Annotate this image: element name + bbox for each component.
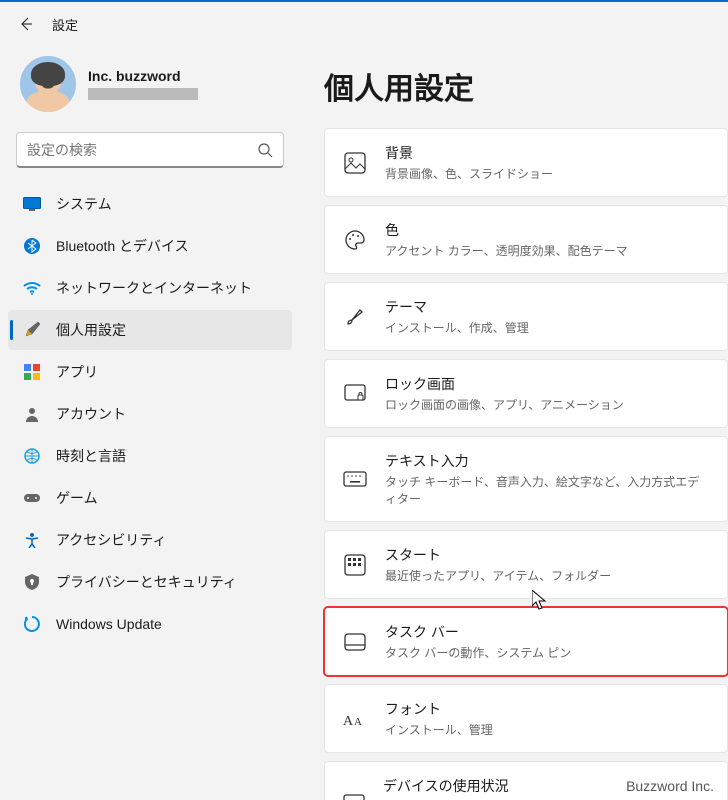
sidebar-item-label: ネットワークとインターネット [56, 278, 252, 298]
start-icon [343, 553, 367, 577]
privacy-icon [22, 572, 42, 592]
brush-icon [343, 305, 367, 329]
avatar [20, 56, 76, 112]
sidebar-item-accessibility[interactable]: アクセシビリティ [8, 520, 292, 560]
footer-brand: Buzzword Inc. [626, 778, 714, 794]
sidebar: Inc. buzzword システム Bluetooth とデバイス ネットワー… [0, 48, 300, 800]
apps-icon [22, 362, 42, 382]
sidebar-item-label: ゲーム [56, 488, 98, 508]
gaming-icon [22, 488, 42, 508]
card-title: 色 [385, 220, 628, 240]
sidebar-item-label: アクセシビリティ [56, 530, 166, 550]
wifi-icon [22, 278, 42, 298]
card-title: フォント [385, 699, 493, 719]
card-sub: タッチ キーボード、音声入力、絵文字など、入力方式エディター [385, 473, 709, 507]
card-sub: インストール、作成、管理 [385, 319, 529, 336]
system-icon [22, 194, 42, 214]
sidebar-item-label: Windows Update [56, 616, 162, 632]
card-themes[interactable]: テーマインストール、作成、管理 [324, 282, 728, 351]
card-background[interactable]: 背景背景画像、色、スライドショー [324, 128, 728, 197]
svg-text:A: A [354, 716, 362, 728]
card-title: テーマ [385, 297, 529, 317]
sidebar-item-label: アプリ [56, 362, 98, 382]
account-icon [22, 404, 42, 424]
time-language-icon [22, 446, 42, 466]
palette-icon [343, 228, 367, 252]
sidebar-item-bluetooth[interactable]: Bluetooth とデバイス [8, 226, 292, 266]
card-sub: ロック画面の画像、アプリ、アニメーション [385, 396, 624, 413]
card-title: テキスト入力 [385, 451, 709, 471]
search-icon [257, 142, 273, 158]
card-title: タスク バー [385, 622, 571, 642]
card-title: ロック画面 [385, 374, 624, 394]
user-email-hidden [88, 88, 198, 100]
card-taskbar[interactable]: タスク バータスク バーの動作、システム ピン [324, 607, 728, 676]
sidebar-item-system[interactable]: システム [8, 184, 292, 224]
keyboard-icon [343, 467, 367, 491]
svg-text:A: A [343, 714, 354, 729]
sidebar-item-label: プライバシーとセキュリティ [56, 572, 237, 592]
sidebar-item-label: 個人用設定 [56, 320, 126, 340]
device-usage-icon [343, 792, 365, 800]
sidebar-item-gaming[interactable]: ゲーム [8, 478, 292, 518]
sidebar-item-privacy[interactable]: プライバシーとセキュリティ [8, 562, 292, 602]
main-content: 個人用設定 背景背景画像、色、スライドショー 色アクセント カラー、透明度効果、… [300, 48, 728, 800]
user-name: Inc. buzzword [88, 68, 198, 84]
search-input[interactable] [27, 142, 257, 158]
card-sub: タスク バーの動作、システム ピン [385, 644, 571, 661]
card-title: スタート [385, 545, 611, 565]
lock-icon [343, 382, 367, 406]
sidebar-item-label: 時刻と言語 [56, 446, 126, 466]
picture-icon [343, 151, 367, 175]
personalize-icon [22, 320, 42, 340]
card-sub: インストール、管理 [385, 721, 493, 738]
sidebar-item-time-language[interactable]: 時刻と言語 [8, 436, 292, 476]
card-start[interactable]: スタート最近使ったアプリ、アイテム、フォルダー [324, 530, 728, 599]
card-fonts[interactable]: AA フォントインストール、管理 [324, 684, 728, 753]
sidebar-nav: システム Bluetooth とデバイス ネットワークとインターネット 個人用設… [8, 184, 292, 644]
search-box[interactable] [16, 132, 284, 168]
sidebar-item-label: Bluetooth とデバイス [56, 236, 189, 256]
card-colors[interactable]: 色アクセント カラー、透明度効果、配色テーマ [324, 205, 728, 274]
back-button[interactable] [16, 14, 36, 34]
card-title: 背景 [385, 143, 553, 163]
accessibility-icon [22, 530, 42, 550]
card-text-input[interactable]: テキスト入力タッチ キーボード、音声入力、絵文字など、入力方式エディター [324, 436, 728, 522]
sidebar-item-label: アカウント [56, 404, 126, 424]
sidebar-item-personalization[interactable]: 個人用設定 [8, 310, 292, 350]
sidebar-item-network[interactable]: ネットワークとインターネット [8, 268, 292, 308]
sidebar-item-label: システム [56, 194, 112, 214]
sidebar-item-update[interactable]: Windows Update [8, 604, 292, 644]
bluetooth-icon [22, 236, 42, 256]
sidebar-item-apps[interactable]: アプリ [8, 352, 292, 392]
sidebar-item-accounts[interactable]: アカウント [8, 394, 292, 434]
user-card[interactable]: Inc. buzzword [8, 48, 292, 120]
page-title: 個人用設定 [324, 64, 728, 108]
taskbar-icon [343, 630, 367, 654]
card-sub: 背景画像、色、スライドショー [385, 165, 553, 182]
card-sub: アクセント カラー、透明度効果、配色テーマ [385, 242, 628, 259]
card-lock-screen[interactable]: ロック画面ロック画面の画像、アプリ、アニメーション [324, 359, 728, 428]
app-title: 設定 [52, 15, 78, 34]
font-icon: AA [343, 707, 367, 731]
update-icon [22, 614, 42, 634]
card-sub: 最近使ったアプリ、アイテム、フォルダー [385, 567, 611, 584]
